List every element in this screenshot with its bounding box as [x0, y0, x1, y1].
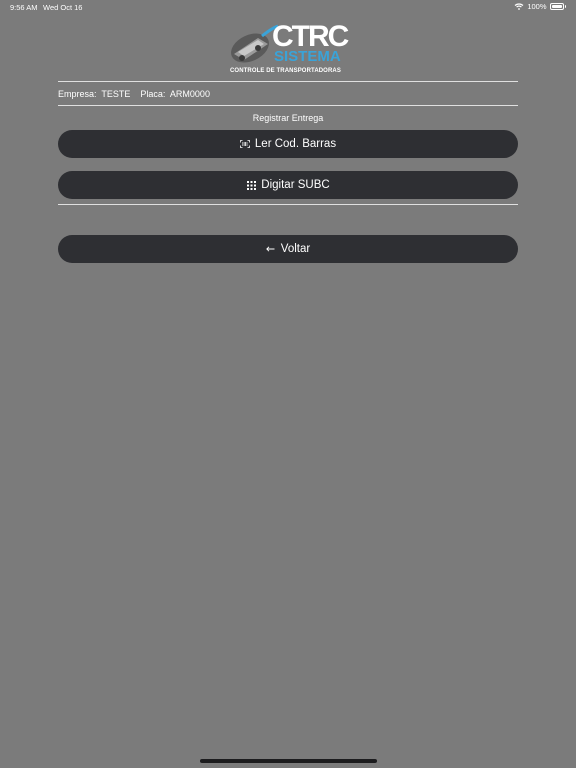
- wifi-icon: [514, 3, 524, 10]
- vehicle-info: Empresa: TESTE Placa: ARM0000: [58, 89, 210, 99]
- status-bar: 9:56 AM Wed Oct 16 100%: [0, 0, 576, 14]
- status-time: 9:56 AM: [10, 3, 38, 12]
- type-subc-label: Digitar SUBC: [261, 179, 330, 191]
- status-right-group: 100%: [514, 2, 566, 11]
- logo-subbrand-text: SISTEMA: [274, 48, 341, 65]
- empresa-label: Empresa:: [58, 89, 97, 99]
- logo-tagline: CONTROLE DE TRANSPORTADORAS: [230, 68, 341, 74]
- divider-top: [58, 81, 518, 82]
- back-button[interactable]: Voltar: [58, 235, 518, 263]
- back-label: Voltar: [280, 243, 311, 255]
- divider-info: [58, 105, 518, 106]
- arrow-left-icon: [266, 244, 276, 254]
- placa-label: Placa:: [140, 89, 166, 99]
- truck-logo-icon: [231, 24, 278, 63]
- app-logo: CTRC SISTEMA CONTROLE DE TRANSPORTADORAS: [228, 22, 352, 78]
- status-date: Wed Oct 16: [43, 3, 83, 12]
- section-title: Registrar Entrega: [252, 113, 324, 123]
- scan-barcode-label: Ler Cod. Barras: [254, 138, 337, 150]
- placa-value: ARM0000: [169, 89, 210, 99]
- divider-bottom: [58, 204, 518, 205]
- battery-tip: [564, 5, 566, 8]
- battery-icon: [549, 3, 564, 10]
- home-indicator[interactable]: [200, 759, 377, 763]
- barcode-scan-icon: [240, 139, 250, 149]
- type-subc-button[interactable]: Digitar SUBC: [58, 171, 518, 199]
- keypad-grid-icon: [246, 180, 256, 190]
- empresa-value: TESTE: [101, 89, 131, 99]
- scan-barcode-button[interactable]: Ler Cod. Barras: [58, 130, 518, 158]
- battery-percent: 100%: [527, 2, 547, 11]
